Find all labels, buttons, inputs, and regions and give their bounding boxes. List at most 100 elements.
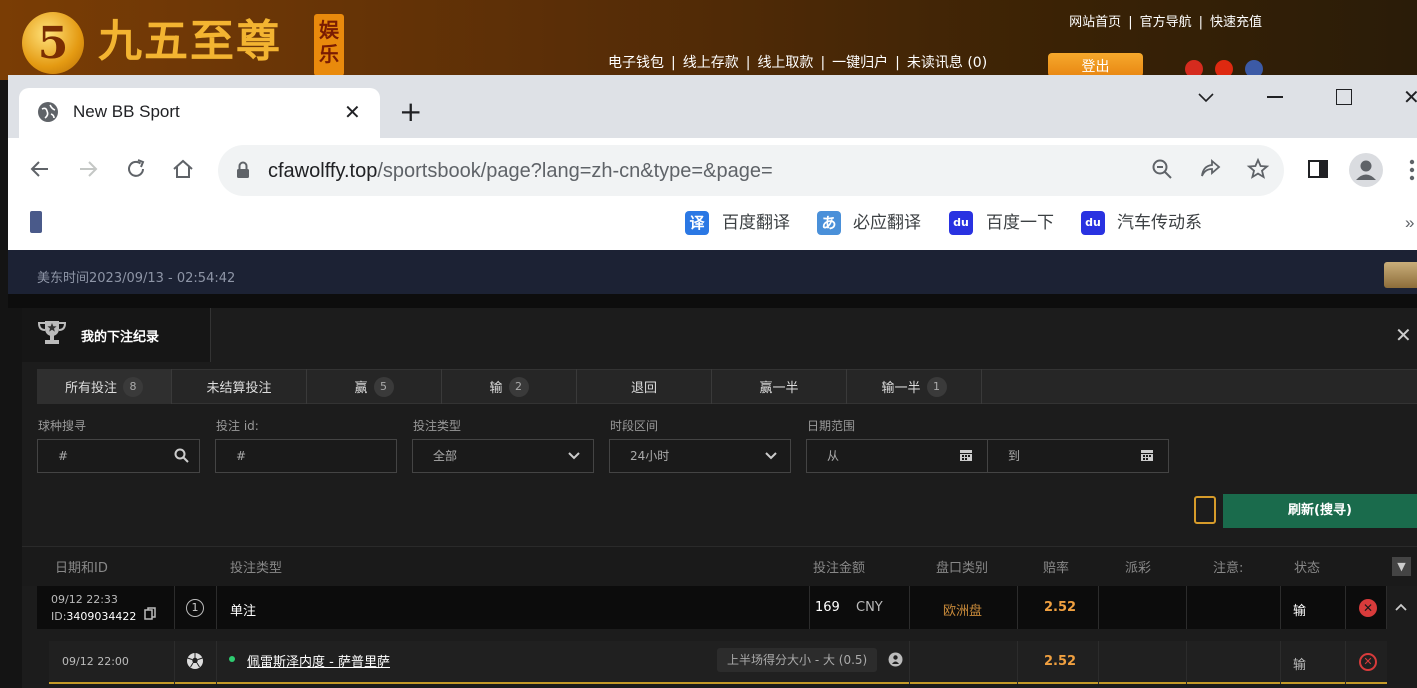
nav-messages-link[interactable]: 未读讯息 (0) <box>907 52 987 72</box>
home-icon[interactable] <box>171 157 195 181</box>
match-link[interactable]: 佩雷斯泽内度 - 萨普里萨 <box>247 651 390 670</box>
tab-refund[interactable]: 退回 <box>577 369 712 404</box>
bookmark-bing-translate[interactable]: 必应翻译 <box>853 211 921 235</box>
globe-icon <box>38 102 58 122</box>
window-close-icon[interactable]: ✕ <box>1403 86 1417 108</box>
zoom-icon[interactable] <box>1150 157 1174 181</box>
date-range-label: 日期范围 <box>807 419 856 433</box>
tab-unsettled[interactable]: 未结算投注 <box>172 369 307 404</box>
menu-kebab-icon[interactable] <box>1408 158 1416 182</box>
nav-deposit-fast-link[interactable]: 快速充值 <box>1210 11 1262 30</box>
chevron-down-icon[interactable] <box>568 452 580 460</box>
row-divider <box>809 586 810 629</box>
bookmark-baidu-search[interactable]: 百度一下 <box>986 211 1054 235</box>
row-divider <box>909 586 910 629</box>
row-spacer <box>37 629 1387 641</box>
calendar-icon[interactable] <box>1140 448 1154 462</box>
row-divider <box>1280 586 1281 629</box>
bet-type-label: 投注类型 <box>413 419 462 433</box>
copy-icon[interactable] <box>144 607 156 620</box>
tab-count-badge: 8 <box>123 376 143 397</box>
row-divider <box>1386 586 1387 629</box>
row-divider <box>1186 641 1187 684</box>
reload-icon[interactable] <box>124 157 148 181</box>
tab-half-win[interactable]: 赢一半 <box>712 369 847 404</box>
tab-label: 赢 <box>354 381 368 396</box>
tab-close-icon[interactable]: ✕ <box>344 101 361 123</box>
market-type: 欧洲盘 <box>943 604 983 619</box>
bing-translate-icon: あ <box>817 211 841 235</box>
bet-type-value: 单注 <box>230 604 257 619</box>
collapse-chevron-icon[interactable] <box>1395 603 1407 611</box>
bet-id-value: 3409034422 <box>66 610 137 623</box>
modal-close-icon[interactable]: ✕ <box>1395 323 1412 347</box>
profile-avatar-icon[interactable] <box>1349 153 1383 187</box>
tab-count-badge: 1 <box>926 376 947 397</box>
lose-status-icon: ✕ <box>1359 599 1377 617</box>
bookmark-baidu-translate[interactable]: 百度翻译 <box>722 211 790 235</box>
bet-id-prefix: ID: <box>51 610 67 623</box>
leg-date: 09/12 22:00 <box>62 655 129 668</box>
col-market: 盘口类别 <box>936 561 989 576</box>
side-panel-icon[interactable] <box>1306 157 1330 181</box>
maximize-icon[interactable] <box>1336 89 1352 105</box>
calendar-icon[interactable] <box>959 448 973 462</box>
tab-title: New BB Sport <box>73 102 180 121</box>
tab-label: 退回 <box>630 381 657 396</box>
bet-type-select[interactable]: 全部 <box>412 439 594 473</box>
row-divider <box>1345 641 1346 684</box>
clipboard-icon[interactable] <box>1194 496 1216 524</box>
period-select[interactable]: 24小时 <box>609 439 791 473</box>
bet-id-input[interactable]: # <box>215 439 397 473</box>
info-person-icon[interactable] <box>888 652 903 667</box>
row-divider <box>174 641 175 684</box>
back-icon[interactable] <box>28 157 52 181</box>
url-text[interactable]: cfawolffy.top/sportsbook/page?lang=zh-cn… <box>268 157 773 185</box>
bet-status: 输 <box>1293 604 1307 619</box>
tab-win[interactable]: 赢5 <box>307 369 442 404</box>
new-tab-icon[interactable]: + <box>399 98 422 126</box>
nav-home-link[interactable]: 网站首页 <box>1069 11 1121 30</box>
bookmarks-redacted-area <box>120 210 680 244</box>
nav-deposit-link[interactable]: 线上存款 <box>683 52 739 72</box>
expand-all-icon[interactable]: ▼ <box>1392 557 1411 576</box>
bet-odds: 2.52 <box>1044 600 1077 615</box>
bookmarks-more-icon[interactable]: » <box>1405 211 1414 235</box>
bet-currency: CNY <box>856 600 883 615</box>
row-divider <box>909 641 910 684</box>
tab-label: 输 <box>489 381 503 396</box>
row-divider <box>216 586 217 629</box>
site-logo-badge: 娱乐 <box>314 14 344 76</box>
star-icon[interactable] <box>1246 157 1270 181</box>
logout-button[interactable]: 登出 <box>1048 53 1143 77</box>
bookmark-favicon-icon[interactable] <box>30 211 42 233</box>
row-divider <box>1345 586 1346 629</box>
live-dot-icon <box>229 656 235 662</box>
col-payout: 派彩 <box>1125 561 1152 576</box>
nav-wallet-link[interactable]: 电子钱包 <box>608 52 664 72</box>
bookmark-drivetrain[interactable]: 汽车传动系 <box>1117 211 1202 235</box>
chevron-down-icon[interactable] <box>765 452 777 460</box>
share-icon[interactable] <box>1198 157 1222 181</box>
tab-half-lose[interactable]: 输一半 1 <box>847 369 982 404</box>
nav-withdraw-link[interactable]: 线上取款 <box>757 52 813 72</box>
selection-tag: 上半场得分大小 - 大 (0.5) <box>717 648 878 672</box>
nav-official-link[interactable]: 官方导航 <box>1140 11 1192 30</box>
forward-icon[interactable] <box>76 157 100 181</box>
tab-all-bets[interactable]: 所有投注 8 <box>37 369 172 404</box>
baidu-paw-icon-2: du <box>1081 211 1105 235</box>
nav-consolidate-link[interactable]: 一键归户 <box>832 52 888 72</box>
refresh-search-button[interactable]: 刷新(搜寻) <box>1223 494 1417 528</box>
col-bet-type: 投注类型 <box>230 561 283 576</box>
search-icon[interactable] <box>174 448 189 463</box>
site-main-nav: 电子钱包 | 线上存款 | 线上取款 | 一键归户 | 未读讯息 (0) <box>608 52 987 72</box>
lock-icon[interactable] <box>235 161 251 179</box>
sport-search-label: 球种搜寻 <box>38 419 87 433</box>
tab-lose[interactable]: 输2 <box>442 369 577 404</box>
lose-status-outline-icon: ✕ <box>1359 653 1377 671</box>
topbar-button[interactable] <box>1384 262 1417 288</box>
row-divider <box>1186 586 1187 629</box>
tab-search-chevron-icon[interactable] <box>1197 90 1215 104</box>
minimize-icon[interactable] <box>1267 96 1283 98</box>
col-amount: 投注金额 <box>813 561 866 576</box>
